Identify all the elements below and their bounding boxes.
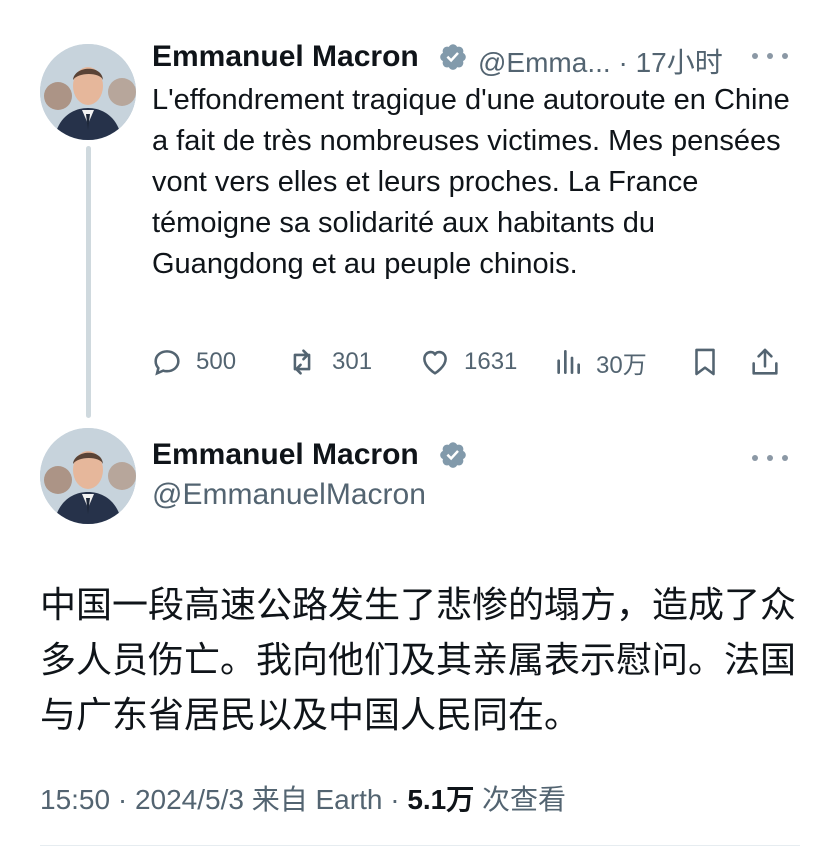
bookmark-button[interactable] [688,340,734,384]
author-handle[interactable]: @Emma... · 17小时 [478,41,723,81]
avatar[interactable] [40,44,136,140]
post-datetime[interactable]: 15:50 · 2024/5/3 来自 Earth · [40,784,400,815]
more-icon[interactable] [752,44,788,68]
like-icon [423,350,447,375]
verified-icon [440,44,466,70]
avatar[interactable] [40,428,136,524]
tweet-text: L'effondrement tragique d'une autoroute … [152,84,790,280]
views-button[interactable]: 30万 [552,340,647,384]
author-handle[interactable]: @EmmanuelMacron [152,478,426,512]
action-bar: 500 301 1631 30万 [150,340,790,384]
view-label: 次查看 [482,784,567,815]
author-name[interactable]: Emmanuel Macron [152,438,419,472]
post-time[interactable]: 17小时 [636,47,723,78]
retweet-button[interactable]: 301 [284,340,372,384]
retweet-count: 301 [332,348,373,375]
share-icon [752,348,778,375]
views-icon [557,350,580,374]
share-button[interactable] [748,340,794,384]
retweet-icon [293,349,311,375]
reply-icon [154,350,180,376]
like-button[interactable]: 1631 [418,340,517,384]
reply-count: 500 [196,348,237,375]
tweet-text: 中国一段高速公路发生了悲惨的塌方，造成了众多人员伤亡。我向他们及其亲属表示慰问。… [40,585,797,736]
view-count: 5.1万 [407,784,475,815]
bookmark-icon [695,348,715,376]
view-count: 30万 [596,351,647,379]
more-icon[interactable] [752,446,788,470]
verified-icon [440,442,466,468]
handle-text[interactable]: @Emma... [478,47,611,78]
author-name[interactable]: Emmanuel Macron [152,40,419,74]
separator-dot: · [618,47,628,78]
divider [40,845,800,846]
thread-connector-line [86,146,91,418]
like-count: 1631 [464,348,518,375]
reply-button[interactable]: 500 [150,340,236,384]
tweet-meta: 15:50 · 2024/5/3 来自 Earth · 5.1万 次查看 [40,778,566,818]
